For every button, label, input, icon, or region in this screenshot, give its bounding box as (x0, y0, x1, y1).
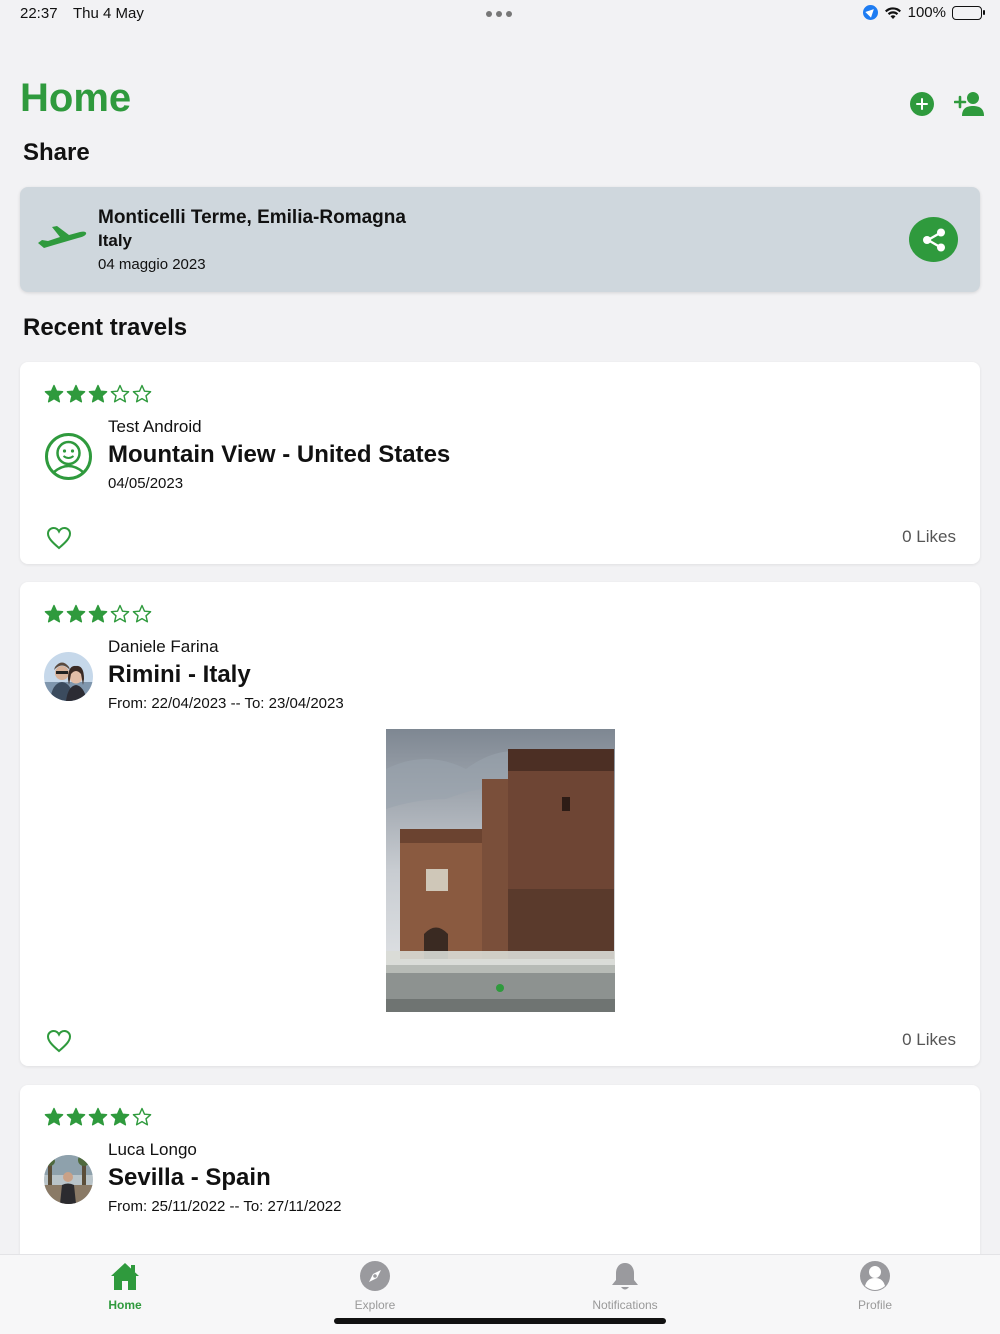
plus-icon (916, 98, 928, 110)
star-filled-icon (88, 604, 108, 623)
like-heart-icon[interactable] (46, 526, 72, 550)
likes-count: 0 Likes (902, 527, 956, 546)
star-filled-icon (66, 1107, 86, 1126)
star-filled-icon (44, 604, 64, 623)
status-indicators: 100% (862, 4, 985, 21)
travel-photo[interactable] (386, 729, 615, 1012)
travel-dates: From: 22/04/2023 -- To: 23/04/2023 (108, 695, 344, 712)
travel-dates: 04/05/2023 (108, 475, 184, 492)
add-travel-button[interactable] (910, 92, 934, 116)
home-icon (111, 1263, 139, 1290)
multitasking-dots-icon[interactable] (486, 11, 512, 17)
star-filled-icon (88, 384, 108, 403)
tab-notifications-label: Notifications (592, 1298, 658, 1312)
star-filled-icon (88, 1107, 108, 1126)
star-filled-icon (66, 384, 86, 403)
status-time: 22:37 (20, 5, 58, 22)
share-button[interactable] (909, 217, 958, 262)
add-friend-icon[interactable] (954, 88, 986, 120)
star-empty-icon (110, 604, 130, 623)
travel-author: Daniele Farina (108, 637, 219, 656)
share-location-country: Italy (98, 231, 133, 250)
header-actions (910, 88, 986, 120)
rating-stars (44, 604, 152, 624)
star-empty-icon (132, 1107, 152, 1126)
share-icon (922, 228, 945, 251)
travel-place: Mountain View - United States (108, 441, 451, 468)
battery-icon (952, 5, 985, 20)
status-date: Thu 4 May (73, 5, 144, 22)
smiley-avatar-icon (45, 433, 92, 480)
status-bar: 22:37 Thu 4 May 100% (0, 0, 1000, 30)
share-location-card: Monticelli Terme, Emilia-Romagna Italy 0… (20, 187, 980, 292)
tab-home-label: Home (108, 1298, 142, 1312)
home-screen: 22:37 Thu 4 May 100% Home Share Monticel… (0, 0, 1000, 1334)
share-section-title: Share (23, 139, 90, 166)
travel-author: Test Android (108, 417, 202, 436)
tab-profile[interactable]: Profile (750, 1255, 1000, 1334)
user-avatar (44, 1155, 93, 1204)
battery-percent: 100% (907, 4, 946, 21)
star-empty-icon (132, 384, 152, 403)
star-filled-icon (44, 384, 64, 403)
star-empty-icon (110, 384, 130, 403)
like-heart-icon[interactable] (46, 1029, 72, 1053)
travel-author: Luca Longo (108, 1140, 197, 1159)
travel-card[interactable]: Test Android Mountain View - United Stat… (20, 362, 980, 564)
rating-stars (44, 1107, 152, 1127)
recent-travels-title: Recent travels (23, 314, 188, 341)
travel-dates: From: 25/11/2022 -- To: 27/11/2022 (108, 1198, 342, 1215)
star-filled-icon (66, 604, 86, 623)
tab-profile-label: Profile (857, 1298, 892, 1312)
star-filled-icon (44, 1107, 64, 1126)
tab-explore-label: Explore (354, 1298, 396, 1312)
travel-place: Sevilla - Spain (108, 1164, 271, 1191)
share-location-name: Monticelli Terme, Emilia-Romagna (98, 207, 406, 228)
travel-place: Rimini - Italy (108, 661, 251, 688)
star-filled-icon (110, 1107, 130, 1126)
user-avatar (44, 652, 93, 701)
rating-stars (44, 384, 152, 404)
share-location-date: 04 maggio 2023 (98, 256, 206, 273)
photo-pager-dot[interactable] (496, 984, 504, 992)
likes-count: 0 Likes (902, 1030, 956, 1049)
airplane-icon (38, 226, 87, 248)
page-title: Home (20, 76, 132, 120)
compass-icon (360, 1261, 390, 1291)
home-indicator[interactable] (334, 1318, 666, 1324)
location-icon (862, 5, 878, 20)
star-empty-icon (132, 604, 152, 623)
tab-home[interactable]: Home (0, 1255, 250, 1334)
travel-card[interactable]: Daniele Farina Rimini - Italy From: 22/0… (20, 582, 980, 1066)
profile-icon (860, 1261, 890, 1291)
bell-icon (612, 1263, 638, 1290)
wifi-icon (884, 6, 901, 19)
